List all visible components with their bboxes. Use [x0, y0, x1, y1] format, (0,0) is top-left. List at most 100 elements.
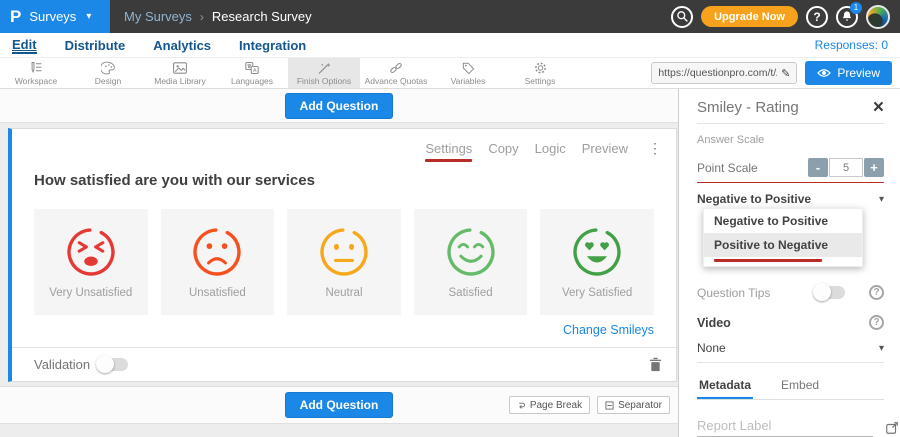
scale-direction-dropdown: Negative to Positive Positive to Negativ… [703, 208, 863, 267]
report-label-input[interactable] [697, 415, 873, 437]
notifications-button[interactable]: 1 [836, 6, 858, 28]
validation-row: Validation [12, 347, 676, 381]
smiley-scale: Very Unsatisfied Unsatisfied Neutral [34, 209, 654, 315]
question-tips-help-icon[interactable]: ? [869, 285, 884, 300]
question-settings-panel: Smiley - Rating × Answer Scale Point Sca… [678, 89, 900, 437]
question-tips-label: Question Tips [697, 286, 815, 300]
add-question-bar-top: Add Question [0, 89, 678, 123]
panel-tabs: Metadata Embed [697, 372, 884, 399]
page-break-icon [517, 401, 526, 410]
notification-badge: 1 [850, 2, 862, 14]
option-negative-to-positive[interactable]: Negative to Positive [704, 209, 862, 233]
toolbar-item-design[interactable]: Design [72, 58, 144, 88]
add-question-button-bottom[interactable]: Add Question [285, 392, 394, 418]
smiley-option-very-satisfied[interactable]: Very Satisfied [540, 209, 654, 315]
increase-button[interactable]: + [864, 158, 884, 177]
question-more-menu-icon[interactable]: ⋮ [648, 141, 662, 155]
smiley-option-satisfied[interactable]: Satisfied [414, 209, 528, 315]
nav-tab-integration[interactable]: Integration [239, 38, 306, 53]
option-annotation-underline [714, 259, 822, 262]
expand-edit-icon[interactable] [885, 421, 899, 437]
content: Add Question Settings Copy Logic Preview… [0, 89, 900, 437]
question-mark-icon: ? [813, 10, 820, 24]
product-menu[interactable]: P Surveys ▾ [0, 0, 110, 33]
panel-title: Smiley - Rating [697, 99, 799, 116]
toolbar-item-advance-quotas[interactable]: Advance Quotas [360, 58, 432, 88]
insert-controls: Page Break Separator [509, 396, 670, 414]
question-tips-toggle[interactable] [815, 286, 845, 299]
search-icon [676, 10, 689, 23]
survey-url-field[interactable]: https://questionpro.com/t/A ✎ [651, 62, 797, 84]
nav-tab-distribute[interactable]: Distribute [65, 38, 126, 53]
unsatisfied-smiley-icon [190, 225, 244, 279]
video-row: Video ? [697, 315, 884, 330]
survey-url-value: https://questionpro.com/t/A [658, 67, 777, 79]
search-button[interactable] [671, 6, 693, 28]
survey-nav: Edit Distribute Analytics Integration Re… [0, 33, 900, 57]
magic-wand-icon [317, 61, 332, 75]
tag-icon [461, 61, 476, 75]
smiley-option-neutral[interactable]: Neutral [287, 209, 401, 315]
question-tab-settings[interactable]: Settings [425, 141, 472, 162]
option-positive-to-negative[interactable]: Positive to Negative [704, 233, 862, 257]
edit-toolbar: Workspace Design Media Library A Languag… [0, 57, 900, 89]
panel-header: Smiley - Rating × [697, 99, 884, 116]
very-satisfied-smiley-icon [570, 225, 624, 279]
preview-button[interactable]: Preview [805, 61, 892, 85]
responses-count[interactable]: Responses: 0 [815, 38, 888, 52]
add-question-bar-bottom: Add Question Page Break Separator [0, 386, 678, 424]
workspace-icon [28, 61, 44, 75]
smiley-option-unsatisfied[interactable]: Unsatisfied [161, 209, 275, 315]
avatar[interactable] [866, 5, 890, 29]
question-tab-copy[interactable]: Copy [488, 141, 518, 156]
very-unsatisfied-smiley-icon [64, 225, 118, 279]
nav-tab-analytics[interactable]: Analytics [153, 38, 211, 53]
chain-link-icon [388, 61, 404, 75]
toolbar-item-settings[interactable]: Settings [504, 58, 576, 88]
tab-metadata[interactable]: Metadata [697, 372, 753, 399]
separator-button[interactable]: Separator [597, 396, 670, 414]
help-button[interactable]: ? [806, 6, 828, 28]
scale-direction-select[interactable]: Negative to Positive ▾ [697, 192, 884, 206]
question-title[interactable]: How satisfied are you with our services [34, 172, 654, 189]
smiley-label: Unsatisfied [189, 287, 246, 299]
video-help-icon[interactable]: ? [869, 315, 884, 330]
question-tab-preview[interactable]: Preview [582, 141, 628, 156]
edit-url-icon[interactable]: ✎ [781, 67, 790, 80]
tab-embed[interactable]: Embed [779, 372, 821, 399]
video-label: Video [697, 316, 869, 330]
toolbar-item-variables[interactable]: Variables [432, 58, 504, 88]
breadcrumb-separator-icon: › [200, 10, 204, 24]
smiley-label: Satisfied [449, 287, 493, 299]
close-icon[interactable]: × [873, 100, 884, 116]
answer-scale-label: Answer Scale [697, 134, 884, 146]
delete-question-button[interactable] [649, 357, 662, 372]
toolbar-item-workspace[interactable]: Workspace [0, 58, 72, 88]
toolbar-item-languages[interactable]: A Languages [216, 58, 288, 88]
nav-tab-edit[interactable]: Edit [12, 37, 37, 54]
video-select-value: None [697, 341, 726, 355]
smiley-label: Neutral [325, 287, 362, 299]
toolbar-item-media-library[interactable]: Media Library [144, 58, 216, 88]
breadcrumb-current: Research Survey [212, 9, 312, 24]
point-scale-value[interactable] [829, 158, 863, 177]
add-question-button-top[interactable]: Add Question [285, 93, 394, 119]
smiley-label: Very Satisfied [562, 287, 632, 299]
settings-annotation-underline [425, 159, 472, 162]
smiley-option-very-unsatisfied[interactable]: Very Unsatisfied [34, 209, 148, 315]
decrease-button[interactable]: - [808, 158, 828, 177]
validation-toggle[interactable] [98, 358, 128, 371]
gear-icon [533, 61, 548, 75]
point-scale-annotation-underline [697, 182, 884, 183]
video-select[interactable]: None ▾ [697, 341, 884, 355]
page-break-button[interactable]: Page Break [509, 396, 590, 414]
upgrade-now-button[interactable]: Upgrade Now [701, 6, 798, 27]
breadcrumb-my-surveys[interactable]: My Surveys [124, 9, 192, 24]
question-tab-logic[interactable]: Logic [535, 141, 566, 156]
separator-icon [605, 401, 614, 410]
translate-icon: A [244, 61, 260, 75]
change-smileys-link[interactable]: Change Smileys [34, 323, 654, 337]
palette-icon [101, 61, 116, 75]
toolbar-item-finish-options[interactable]: Finish Options [288, 58, 360, 88]
topbar: P Surveys ▾ My Surveys › Research Survey… [0, 0, 900, 33]
